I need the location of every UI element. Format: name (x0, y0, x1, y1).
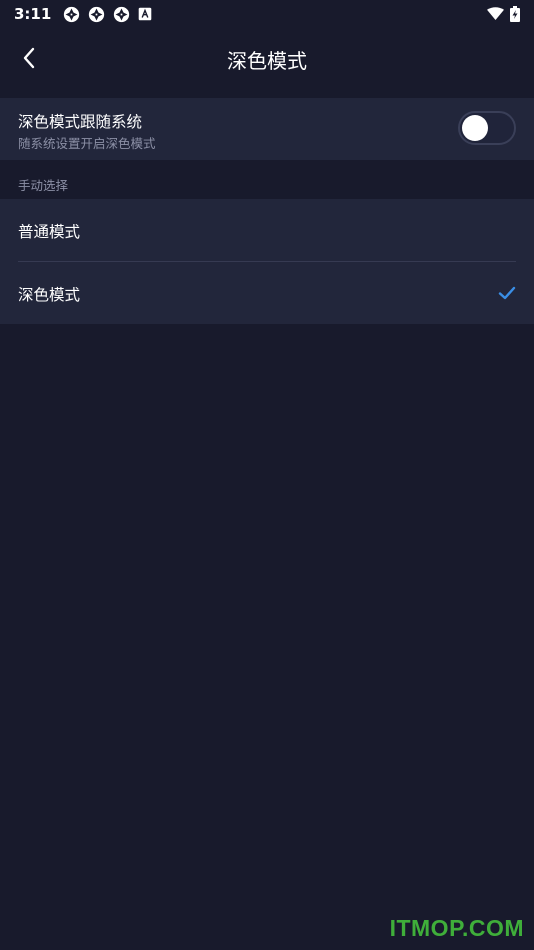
status-bar: 3:11 (0, 0, 534, 28)
watermark-logo: ITMOP.COM (389, 915, 524, 941)
aperture-icon (114, 6, 130, 22)
a-badge-icon (139, 7, 152, 21)
aperture-icon (89, 6, 105, 22)
mode-options-list: 普通模式 深色模式 (0, 199, 534, 324)
mode-option-label: 深色模式 (18, 286, 81, 304)
mode-option-dark[interactable]: 深色模式 (0, 262, 534, 324)
battery-charging-icon (510, 6, 520, 22)
section-label-manual: 手动选择 (18, 178, 69, 193)
mode-option-normal[interactable]: 普通模式 (0, 199, 534, 261)
mode-option-label: 普通模式 (18, 223, 81, 241)
back-button[interactable] (14, 42, 44, 74)
app-bar: 深色模式 (0, 28, 534, 90)
follow-system-title: 深色模式跟随系统 (18, 113, 143, 131)
chevron-left-icon (23, 47, 35, 69)
wifi-icon (487, 7, 504, 20)
follow-system-row[interactable]: 深色模式跟随系统 随系统设置开启深色模式 (0, 98, 534, 160)
follow-system-subtitle: 随系统设置开启深色模式 (18, 136, 156, 151)
toggle-knob (462, 115, 488, 141)
status-right-icons (487, 6, 520, 22)
aperture-icon (64, 6, 80, 22)
checkmark-icon (498, 286, 516, 300)
page-title: 深色模式 (227, 48, 307, 73)
follow-system-toggle[interactable] (458, 111, 516, 145)
status-time: 3:11 (14, 5, 52, 23)
